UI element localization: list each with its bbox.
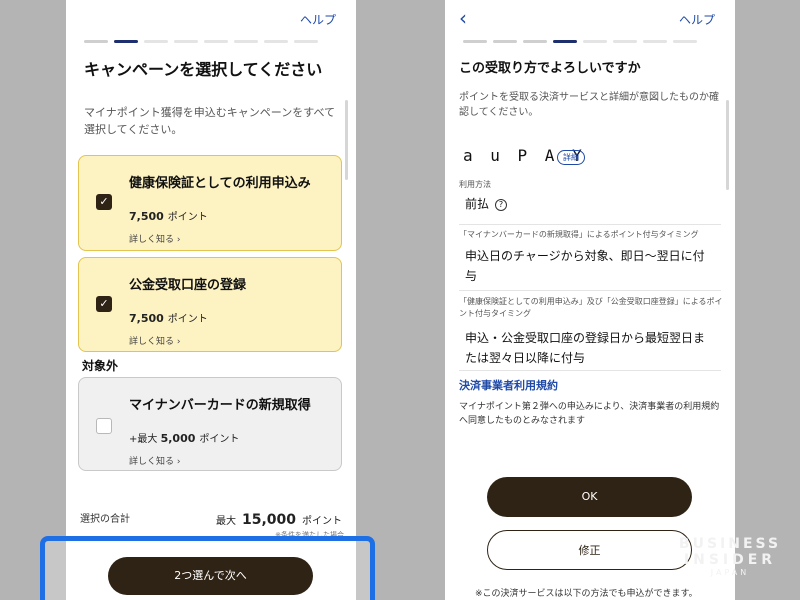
checkbox-unchecked[interactable]: [96, 418, 112, 434]
page-title: キャンペーンを選択してください: [84, 60, 323, 79]
confirm-receive-screen: ‹ ヘルプ この受取り方でよろしいですか ポイントを受取る決済サービスと詳細が意…: [445, 0, 735, 600]
progress-step: [174, 40, 198, 43]
progress-step: [523, 40, 547, 43]
timing1-label: 「マイナンバーカードの新規取得」によるポイント付与タイミング: [459, 230, 699, 239]
progress-step: [583, 40, 607, 43]
progress-step: [204, 40, 228, 43]
progress-step: [643, 40, 667, 43]
agreement-text: マイナポイント第２弾への申込みにより、決済事業者の利用規約へ同意したものとみなさ…: [459, 402, 720, 426]
business-insider-watermark: BUSINESS INSIDER JAPAN: [678, 536, 782, 577]
timing2-value: 申込・公金受取口座の登録日から最短翌日または翌々日以降に付与: [465, 331, 706, 365]
progress-step: [463, 40, 487, 43]
page-title: この受取り方でよろしいですか: [459, 61, 641, 76]
top-bar: ヘルプ: [66, 0, 356, 36]
top-bar: ‹ ヘルプ: [445, 0, 735, 36]
progress-step: [234, 40, 258, 43]
checkbox-checked[interactable]: ✓: [96, 194, 112, 210]
scrollbar[interactable]: [345, 100, 348, 180]
learn-more-link[interactable]: 詳しく知る ›: [129, 454, 180, 467]
campaign-points: 7,500 ポイント: [129, 210, 208, 223]
campaign-name: 健康保険証としての利用申込み: [129, 176, 311, 191]
divider: [459, 224, 721, 225]
campaign-points: 7,500 ポイント: [129, 312, 208, 325]
next-button[interactable]: 2つ選んで次へ: [108, 557, 313, 595]
campaign-card-public-account[interactable]: ✓ 公金受取口座の登録 7,500 ポイント 詳しく知る ›: [78, 257, 342, 352]
terms-link[interactable]: 決済事業者利用規約: [459, 377, 558, 393]
ok-button[interactable]: OK: [487, 477, 692, 517]
progress-step: [613, 40, 637, 43]
bottom-note: ※この決済サービスは以下の方法でも申込ができます。: [475, 589, 698, 599]
edit-button[interactable]: 修正: [487, 530, 692, 570]
campaign-card-health-insurance[interactable]: ✓ 健康保険証としての利用申込み 7,500 ポイント 詳しく知る ›: [78, 155, 342, 251]
excluded-section-label: 対象外: [82, 359, 119, 373]
usage-label: 利用方法: [459, 180, 491, 189]
progress-step: [673, 40, 697, 43]
divider: [459, 370, 721, 371]
campaign-name: マイナンバーカードの新規取得: [129, 398, 311, 413]
total-value: 最大 15,000 ポイント: [215, 512, 342, 528]
progress-step-current: [114, 40, 138, 43]
page-description: ポイントを受取る決済サービスと詳細が意図したものか確認してください。: [459, 92, 719, 118]
divider: [459, 290, 721, 291]
campaign-name: 公金受取口座の登録: [129, 278, 247, 293]
detail-badge[interactable]: 詳細: [557, 150, 585, 165]
progress-step: [84, 40, 108, 43]
campaign-card-new-card[interactable]: マイナンバーカードの新規取得 +最大 5,000 ポイント 詳しく知る ›: [78, 377, 342, 471]
progress-indicator: [84, 40, 318, 43]
scrollbar[interactable]: [726, 100, 729, 190]
total-label: 選択の合計: [80, 514, 130, 525]
timing1-value: 申込日のチャージから対象、即日〜翌日に付与: [465, 249, 705, 283]
help-link[interactable]: ヘルプ: [300, 11, 336, 28]
progress-step: [144, 40, 168, 43]
learn-more-link[interactable]: 詳しく知る ›: [129, 232, 180, 245]
back-chevron-icon[interactable]: ‹: [459, 6, 467, 30]
campaign-points: +最大 5,000 ポイント: [129, 432, 240, 445]
checkbox-checked[interactable]: ✓: [96, 296, 112, 312]
progress-indicator: [463, 40, 697, 43]
progress-step: [493, 40, 517, 43]
campaign-select-screen: ヘルプ キャンペーンを選択してください マイナポイント獲得を申込むキャンペーンを…: [66, 0, 356, 600]
progress-step: [294, 40, 318, 43]
usage-value: 前払?: [465, 194, 508, 214]
progress-step: [264, 40, 288, 43]
timing2-label: 「健康保険証としての利用申込み」及び「公金受取口座登録」によるポイント付与タイミ…: [459, 297, 723, 318]
help-link[interactable]: ヘルプ: [679, 11, 715, 28]
progress-step-current: [553, 40, 577, 43]
learn-more-link[interactable]: 詳しく知る ›: [129, 334, 180, 347]
question-icon[interactable]: ?: [495, 199, 508, 211]
page-description: マイナポイント獲得を申込むキャンペーンをすべて選択してください。: [84, 106, 336, 136]
